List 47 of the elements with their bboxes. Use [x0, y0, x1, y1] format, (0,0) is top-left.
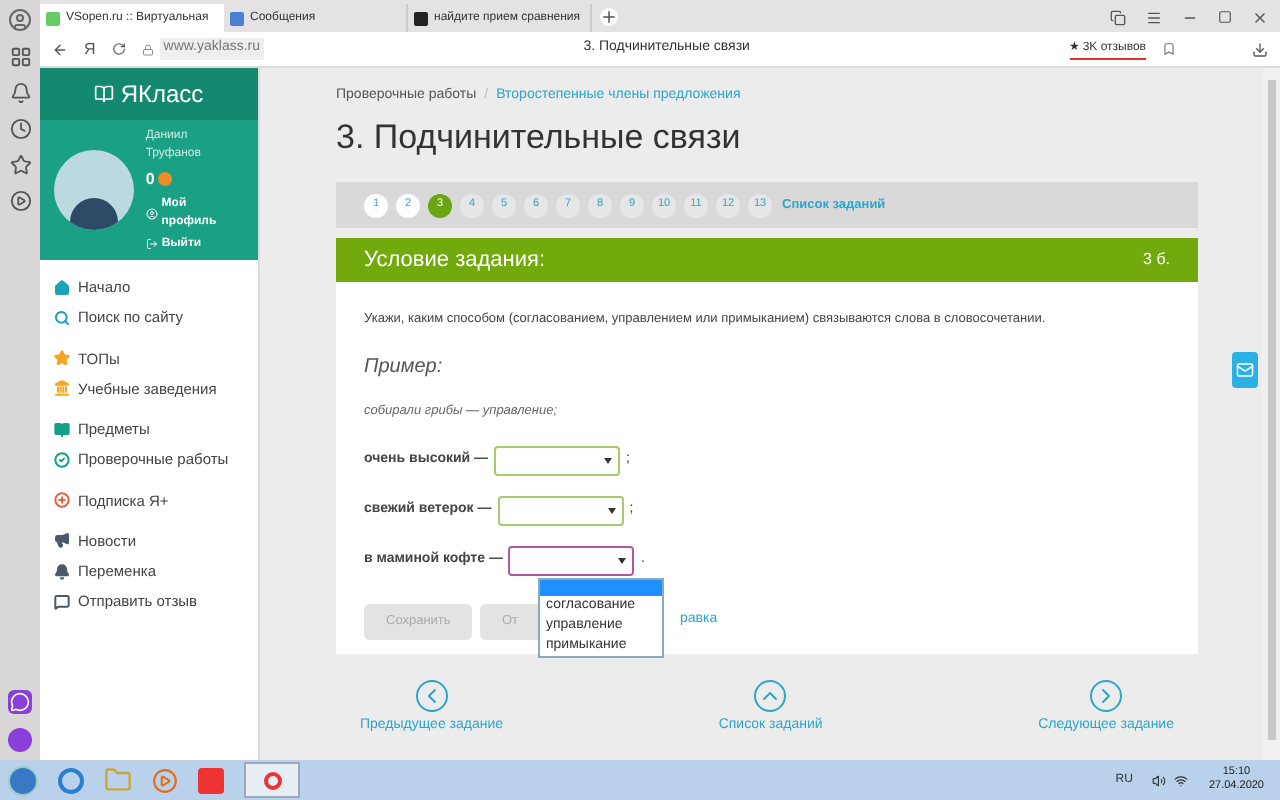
caret-icon [607, 507, 616, 513]
right-chevron-icon[interactable] [1090, 680, 1123, 712]
logo-icon [94, 84, 115, 104]
play-icon[interactable] [9, 190, 31, 212]
reload-icon[interactable] [111, 42, 126, 56]
up-chevron-icon[interactable] [754, 680, 787, 712]
volume-icon[interactable] [1152, 773, 1167, 787]
logo-text[interactable]: ЯКласс [120, 76, 204, 112]
profile-icon [145, 207, 158, 219]
lock-icon [141, 43, 154, 55]
coin-icon [158, 172, 173, 186]
assistant-icon[interactable] [8, 690, 32, 714]
bell-icon[interactable] [9, 82, 31, 104]
new-tab-icon[interactable] [600, 8, 618, 26]
task-score: 3 б. [1143, 248, 1170, 272]
grid-icon[interactable] [9, 46, 31, 68]
caret-icon [618, 557, 627, 563]
task-header-title: Условие задания: [364, 245, 546, 276]
avatar [54, 150, 134, 230]
left-chevron-icon[interactable] [415, 680, 448, 712]
star-icon[interactable] [9, 154, 31, 176]
site-icon [414, 11, 428, 25]
start-button[interactable] [8, 765, 38, 795]
active-app-icon[interactable] [244, 762, 300, 798]
tabs-icon[interactable] [1110, 10, 1126, 26]
back-icon[interactable] [52, 41, 68, 57]
close-icon[interactable] [1252, 10, 1268, 26]
media-player-icon[interactable] [152, 767, 178, 793]
profile-icon[interactable] [8, 8, 32, 32]
example-heading: Пример: [364, 353, 445, 382]
assistant-icon[interactable] [8, 728, 32, 752]
caret-icon [604, 457, 613, 463]
answer-select[interactable] [508, 545, 635, 575]
site-icon [46, 11, 60, 25]
menu-icon[interactable] [1146, 10, 1162, 26]
scrollbar[interactable] [1262, 68, 1280, 760]
page-heading: 3. Подчинительные связи [336, 115, 743, 159]
download-icon[interactable] [1252, 41, 1268, 57]
points-count: 0 [145, 167, 155, 191]
logout-icon [145, 238, 158, 250]
mail-icon[interactable] [1232, 352, 1258, 388]
network-icon[interactable] [1174, 773, 1189, 787]
clock-icon[interactable] [9, 118, 31, 140]
bookmark-icon[interactable] [1162, 42, 1176, 56]
home-button[interactable]: Я [84, 37, 96, 61]
maximize-icon[interactable] [1218, 10, 1232, 24]
site-icon [230, 11, 244, 25]
